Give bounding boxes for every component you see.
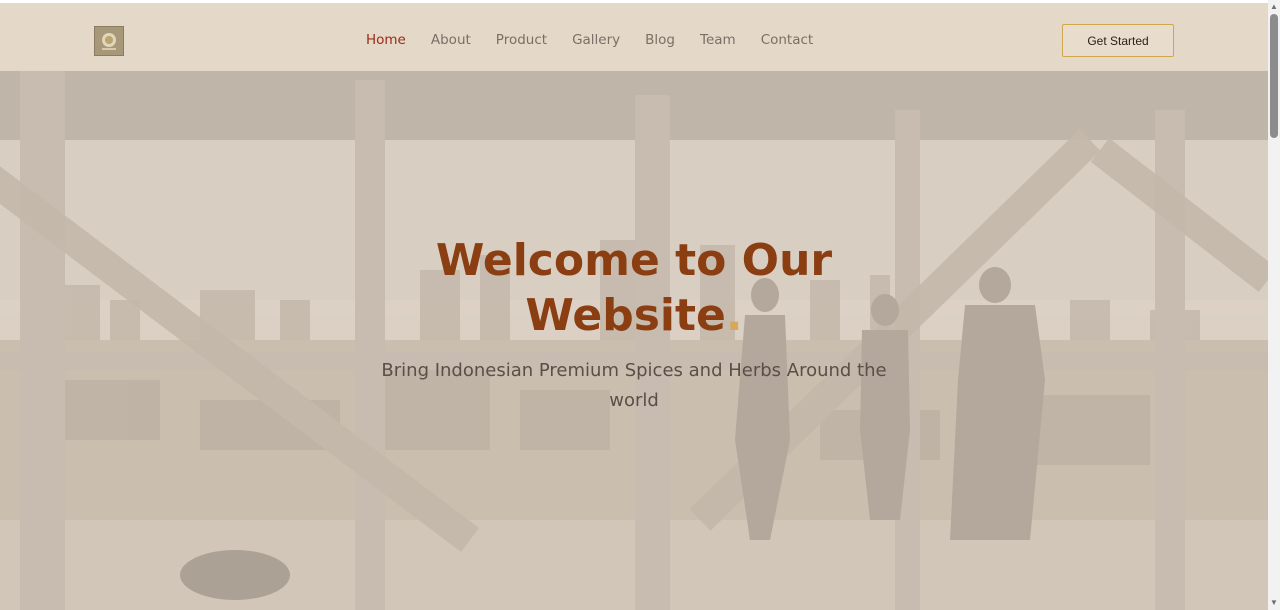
hero-title-line1: Welcome to Our — [435, 235, 833, 286]
hero-title-line2: Website. — [334, 288, 934, 343]
scroll-thumb[interactable] — [1270, 14, 1278, 138]
main-nav: Home About Product Gallery Blog Team Con… — [366, 30, 838, 50]
nav-blog[interactable]: Blog — [645, 30, 675, 50]
hero-title-dot: . — [725, 290, 743, 341]
hero-title: Welcome to Our Website. — [334, 233, 934, 343]
hero-section: Welcome to Our Website. Bring Indonesian… — [0, 0, 1268, 610]
nav-team[interactable]: Team — [700, 30, 736, 50]
nav-home[interactable]: Home — [366, 30, 406, 50]
scroll-down-arrow-icon[interactable]: ▼ — [1268, 598, 1280, 608]
site-header: Home About Product Gallery Blog Team Con… — [0, 3, 1268, 71]
nav-product[interactable]: Product — [496, 30, 547, 50]
hero-title-word: Website — [525, 290, 726, 341]
nav-contact[interactable]: Contact — [761, 30, 814, 50]
get-started-button[interactable]: Get Started — [1062, 24, 1174, 57]
hero-subtitle: Bring Indonesian Premium Spices and Herb… — [381, 360, 887, 411]
nav-about[interactable]: About — [431, 30, 471, 50]
scroll-up-arrow-icon[interactable]: ▲ — [1268, 2, 1280, 12]
logo-emblem-icon — [102, 33, 116, 50]
logo[interactable] — [94, 26, 124, 56]
nav-gallery[interactable]: Gallery — [572, 30, 620, 50]
scrollbar[interactable]: ▲ ▼ — [1268, 0, 1280, 610]
